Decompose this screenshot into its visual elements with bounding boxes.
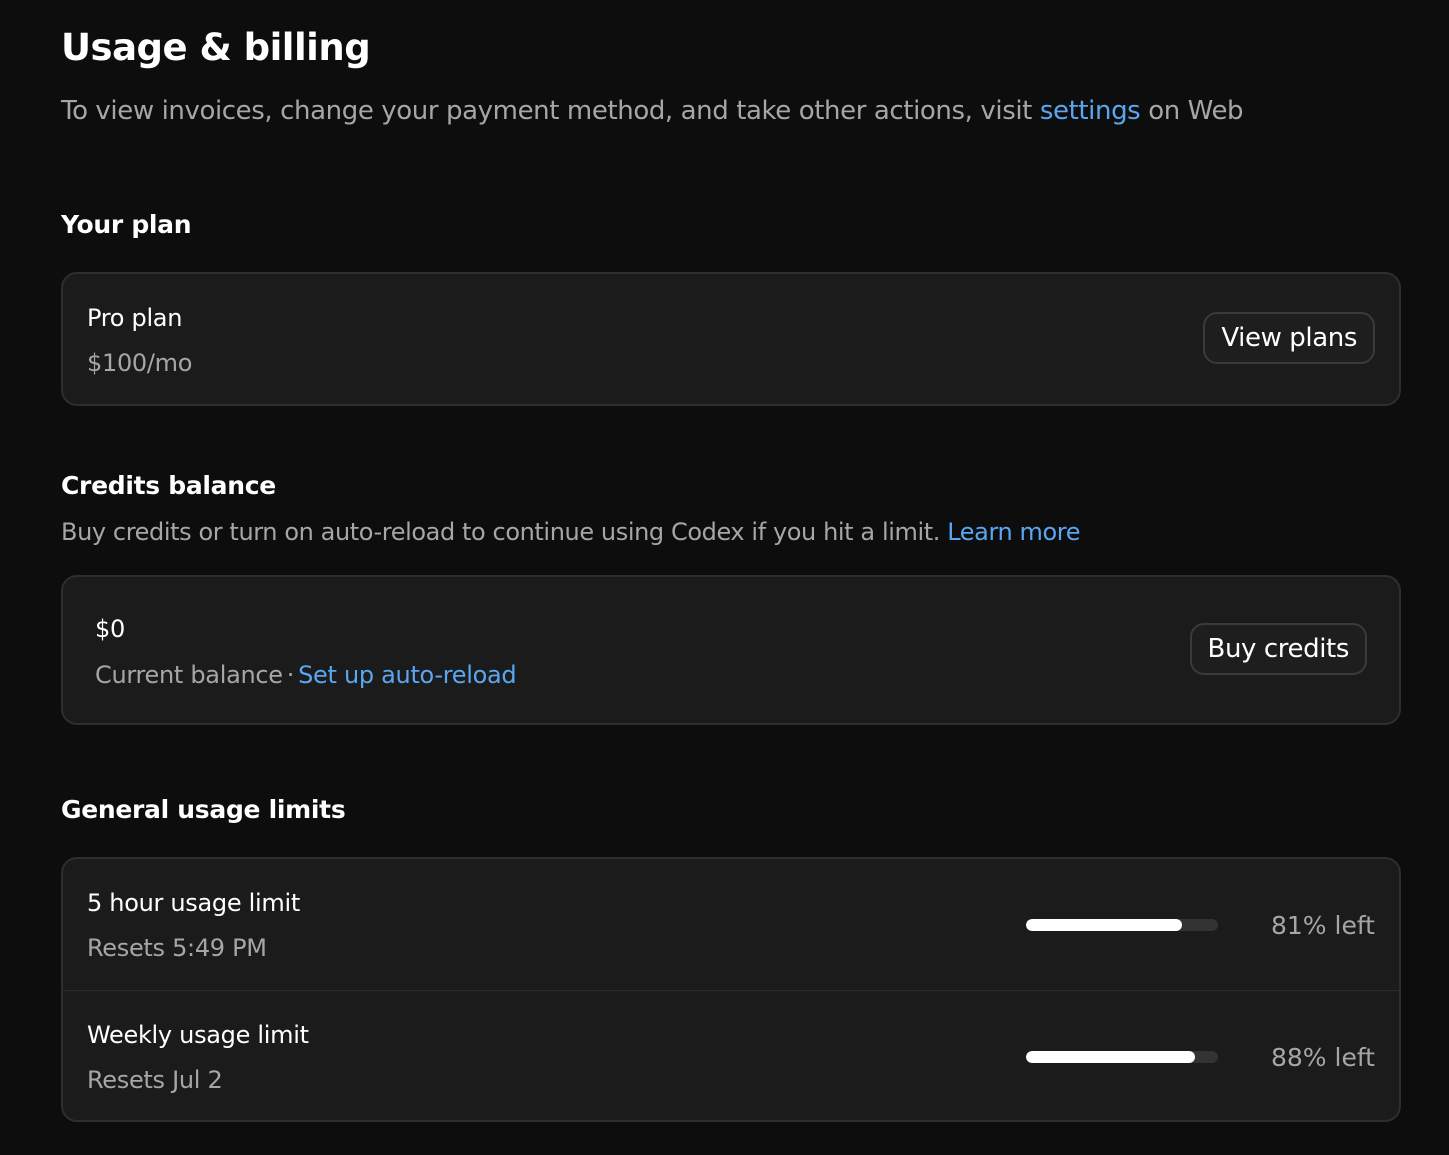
set-up-auto-reload-link[interactable]: Set up auto-reload: [298, 661, 517, 689]
usage-limits-heading: General usage limits: [61, 795, 346, 824]
credits-description-text: Buy credits or turn on auto-reload to co…: [61, 518, 940, 546]
usage-progress-fill: [1026, 919, 1182, 931]
view-plans-button[interactable]: View plans: [1203, 312, 1375, 364]
usage-limit-row-weekly: Weekly usage limit Resets Jul 2 88% left: [63, 990, 1399, 1121]
usage-progress-fill: [1026, 1051, 1195, 1063]
credits-description: Buy credits or turn on auto-reload to co…: [61, 518, 1081, 546]
current-balance-label: Current balance: [95, 661, 283, 689]
credits-balance-line: Current balance · Set up auto-reload: [95, 661, 517, 689]
limit-reset: Resets Jul 2: [87, 1066, 223, 1094]
remaining-percent: 81% left: [1270, 911, 1375, 940]
buy-credits-button[interactable]: Buy credits: [1189, 623, 1367, 675]
plan-price: $100/mo: [87, 349, 193, 377]
remaining-percent: 88% left: [1270, 1043, 1375, 1072]
usage-progress-bar: [1026, 1051, 1218, 1063]
subtitle-suffix: on Web: [1148, 96, 1244, 126]
limit-name: Weekly usage limit: [87, 1021, 309, 1049]
credits-card: $0 Current balance · Set up auto-reload Bu…: [61, 575, 1401, 725]
learn-more-link[interactable]: Learn more: [947, 518, 1080, 546]
page-subtitle: To view invoices, change your payment me…: [61, 96, 1244, 126]
usage-limit-row-5-hour: 5 hour usage limit Resets 5:49 PM 81% le…: [63, 859, 1399, 989]
subtitle-text: To view invoices, change your payment me…: [61, 96, 1032, 126]
page-title: Usage & billing: [61, 26, 371, 69]
usage-progress-bar: [1026, 919, 1218, 931]
credits-amount: $0: [95, 615, 125, 643]
credits-balance-heading: Credits balance: [61, 471, 276, 500]
usage-limits-card: 5 hour usage limit Resets 5:49 PM 81% le…: [61, 857, 1401, 1122]
settings-link[interactable]: settings: [1040, 96, 1141, 126]
your-plan-heading: Your plan: [61, 210, 192, 239]
plan-name: Pro plan: [87, 304, 183, 332]
limit-name: 5 hour usage limit: [87, 889, 300, 917]
plan-card: Pro plan $100/mo View plans: [61, 272, 1401, 406]
limit-reset: Resets 5:49 PM: [87, 934, 267, 962]
separator-dot: ·: [286, 661, 295, 689]
